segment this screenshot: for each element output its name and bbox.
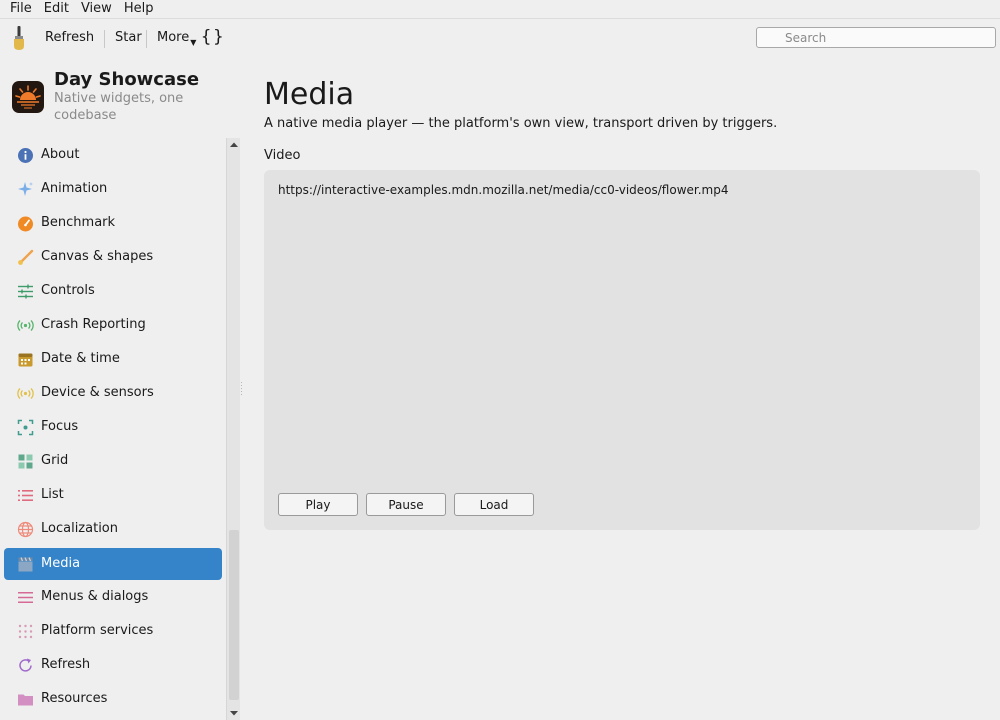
sidebar-item-refresh[interactable]: Refresh	[4, 649, 222, 681]
sidebar-item-platform-services[interactable]: Platform services	[4, 615, 222, 647]
page-description: A native media player — the platform's o…	[264, 116, 778, 131]
more-button-label: More	[157, 30, 190, 45]
dots-grid-icon	[18, 624, 33, 639]
scroll-down-arrow-icon[interactable]	[229, 708, 239, 718]
paintbrush-icon	[14, 26, 24, 50]
sidebar-item-focus[interactable]: Focus	[4, 411, 222, 443]
star-button[interactable]: Star	[115, 29, 142, 47]
sidebar-item-label: Device & sensors	[41, 385, 154, 400]
folder-icon	[18, 694, 33, 706]
menu-edit[interactable]: Edit	[39, 0, 74, 18]
sidebar-item-label: Refresh	[41, 657, 91, 672]
sunset-icon	[15, 85, 41, 109]
chevron-down-icon: ▼	[190, 38, 197, 47]
page-title: Media	[264, 77, 355, 112]
sidebar-item-date-time[interactable]: Date & time	[4, 343, 222, 375]
menu-file[interactable]: File	[0, 0, 37, 18]
menu-view[interactable]: View	[76, 0, 117, 18]
globe-icon	[17, 521, 34, 538]
list-icon	[18, 490, 33, 501]
sidebar-item-label: Date & time	[41, 351, 120, 366]
clapperboard-icon	[18, 557, 33, 572]
app-header: Day Showcase Native widgets, one codebas…	[12, 69, 237, 129]
sidebar-item-label: Crash Reporting	[41, 317, 146, 332]
menu-icon	[18, 592, 33, 603]
video-player[interactable]: https://interactive-examples.mdn.mozilla…	[264, 170, 980, 530]
sidebar-item-label: Controls	[41, 283, 95, 298]
app-logo	[12, 81, 44, 113]
refresh-icon	[19, 658, 32, 672]
sidebar-item-benchmark[interactable]: Benchmark	[4, 207, 222, 239]
sidebar-item-animation[interactable]: Animation	[4, 173, 222, 205]
sidebar-item-label: List	[41, 487, 64, 502]
sidebar-item-localization[interactable]: Localization	[4, 513, 222, 545]
info-icon	[18, 148, 33, 163]
sidebar-item-crash-reporting[interactable]: Crash Reporting	[4, 309, 222, 341]
sidebar-item-controls[interactable]: Controls	[4, 275, 222, 307]
section-label-video: Video	[264, 148, 301, 163]
sidebar-item-label: Focus	[41, 419, 79, 434]
sidebar-item-label: Menus & dialogs	[41, 589, 149, 604]
sidebar-item-resources[interactable]: Resources	[4, 683, 222, 715]
calendar-icon	[18, 353, 33, 367]
gauge-icon	[18, 216, 33, 232]
sidebar-item-grid[interactable]: Grid	[4, 445, 222, 477]
play-button[interactable]: Play	[278, 493, 358, 516]
sidebar-item-label: Platform services	[41, 623, 154, 638]
more-button[interactable]: More▼	[157, 29, 196, 52]
app-subtitle: Native widgets, one codebase	[54, 91, 184, 123]
sidebar-item-label: About	[41, 147, 80, 162]
sidebar-item-label: Benchmark	[41, 215, 116, 230]
sidebar-item-label: Localization	[41, 521, 118, 536]
search-input[interactable]	[756, 27, 996, 48]
sidebar-scrollbar[interactable]	[226, 138, 240, 720]
video-url: https://interactive-examples.mdn.mozilla…	[278, 183, 729, 197]
toolbar: Refresh Star More▼ {}	[0, 19, 1000, 59]
sensor-icon	[17, 388, 34, 399]
refresh-button[interactable]: Refresh	[45, 29, 94, 47]
sparkle-icon	[18, 182, 33, 196]
focus-icon	[17, 419, 34, 436]
app-title: Day Showcase	[54, 69, 200, 90]
sidebar-item-label: Animation	[41, 181, 108, 196]
sidebar: About Animation Benchmark Canvas & shape…	[0, 138, 226, 720]
sidebar-item-label: Canvas & shapes	[41, 249, 154, 264]
splitter-handle[interactable]	[240, 380, 244, 400]
menu-help[interactable]: Help	[119, 0, 159, 18]
grid-icon	[18, 454, 33, 469]
pause-button[interactable]: Pause	[366, 493, 446, 516]
sidebar-item-menus-dialogs[interactable]: Menus & dialogs	[4, 581, 222, 613]
sidebar-item-about[interactable]: About	[4, 139, 222, 171]
scrollbar-thumb[interactable]	[229, 530, 239, 700]
menu-bar: File Edit View Help	[0, 0, 1000, 18]
sidebar-item-label: Media	[41, 556, 81, 571]
brush-icon	[18, 249, 34, 265]
toolbar-divider	[146, 30, 147, 48]
sidebar-item-device-sensors[interactable]: Device & sensors	[4, 377, 222, 409]
braces-button[interactable]: {}	[201, 26, 225, 48]
sidebar-item-label: Resources	[41, 691, 108, 706]
toolbar-divider	[104, 30, 105, 48]
sidebar-item-list[interactable]: List	[4, 479, 222, 511]
broadcast-icon	[17, 320, 34, 331]
scroll-up-arrow-icon[interactable]	[229, 140, 239, 150]
sidebar-item-label: Grid	[41, 453, 69, 468]
load-button[interactable]: Load	[454, 493, 534, 516]
sliders-icon	[18, 284, 33, 299]
sidebar-item-canvas-shapes[interactable]: Canvas & shapes	[4, 241, 222, 273]
sidebar-item-media[interactable]: Media	[4, 548, 222, 580]
